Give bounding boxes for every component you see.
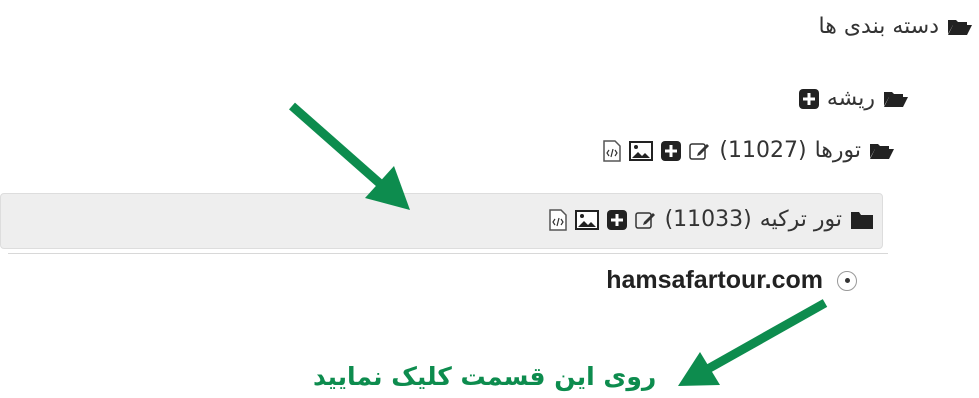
instruction-note: روی این قسمت کلیک نمایید (313, 362, 657, 391)
arrow-icon (289, 102, 410, 210)
annotation-arrows (289, 102, 828, 386)
arrow-icon (678, 299, 828, 386)
